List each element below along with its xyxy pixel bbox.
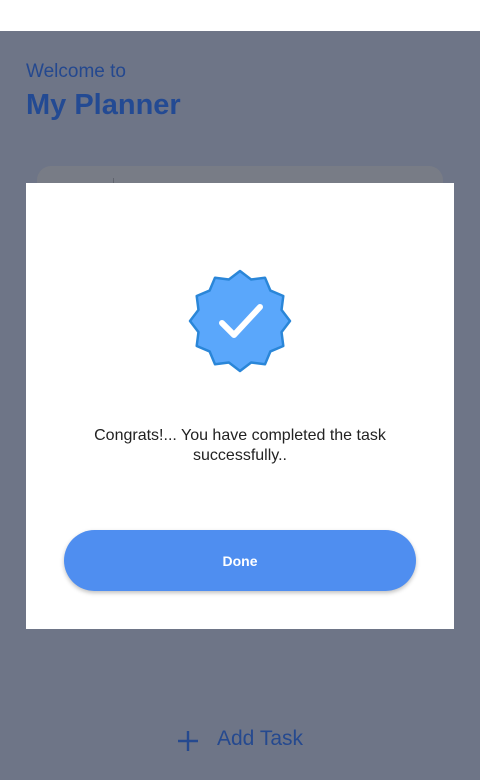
page-title: My Planner <box>26 89 181 121</box>
status-bar <box>0 0 480 31</box>
done-button[interactable]: Done <box>64 530 416 591</box>
task-completed-dialog: Congrats!... You have completed the task… <box>26 183 454 629</box>
welcome-text: Welcome to <box>26 61 126 82</box>
add-task-button[interactable]: Add Task <box>176 719 303 759</box>
plus-icon <box>178 731 198 751</box>
success-message: Congrats!... You have completed the task… <box>94 427 386 464</box>
add-task-label: Add Task <box>217 727 303 750</box>
verified-check-badge-icon <box>188 269 292 373</box>
